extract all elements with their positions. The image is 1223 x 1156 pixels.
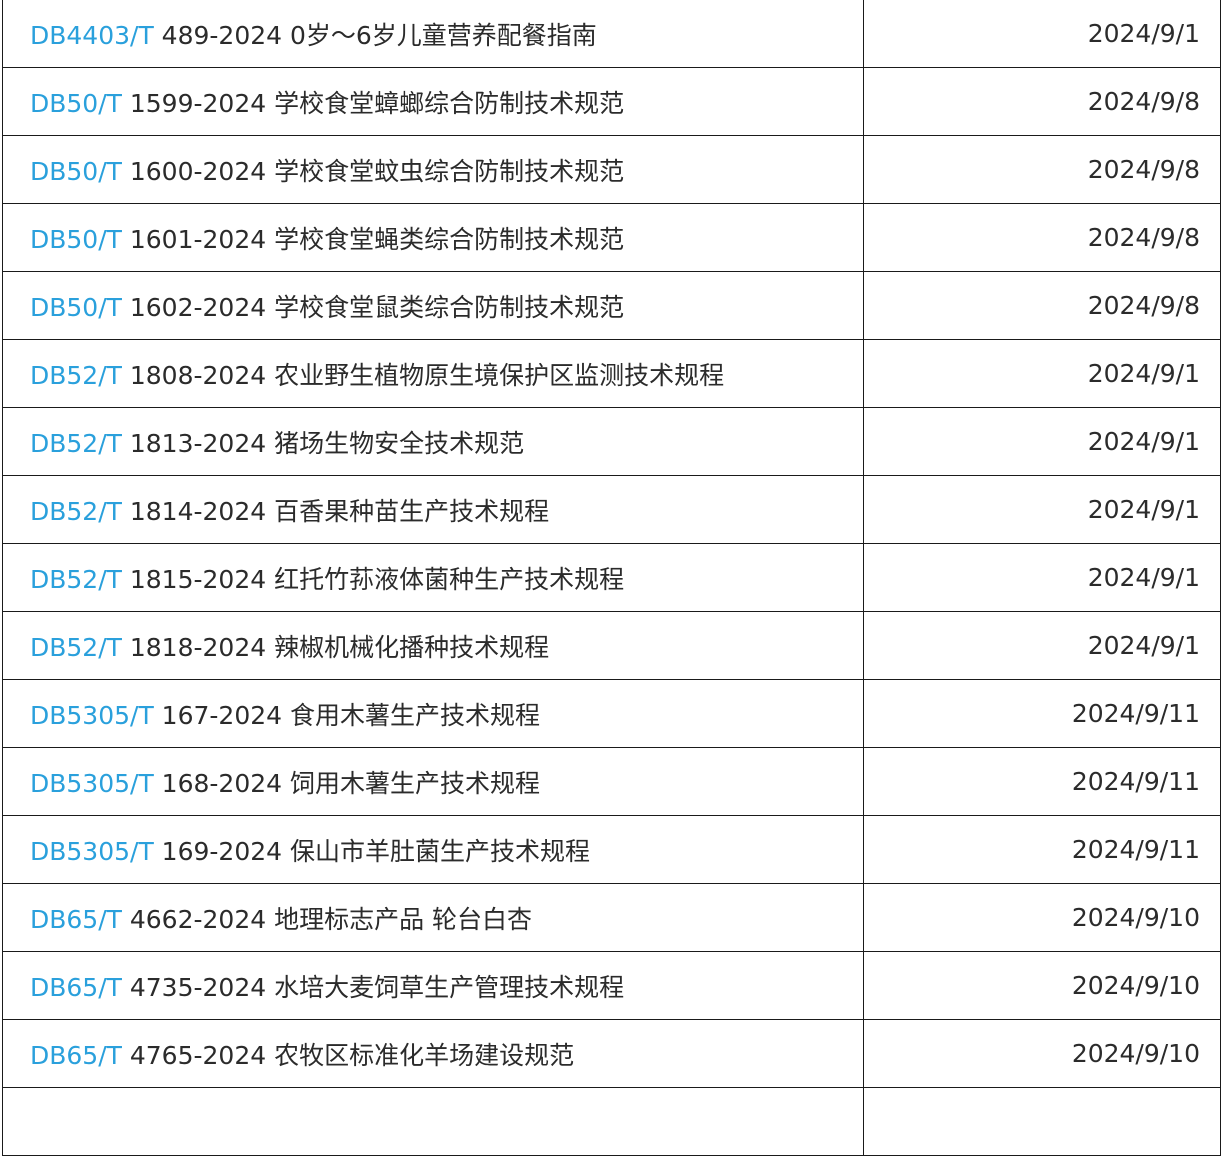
implementation-date: 2024/9/11 [863, 747, 1221, 816]
table-row: DB52/T 1808-2024 农业野生植物原生境保护区监测技术规程 2024… [2, 339, 1221, 408]
implementation-date: 2024/9/1 [863, 475, 1221, 544]
table-row: DB4403/T 489-2024 0岁～6岁儿童营养配餐指南 2024/9/1 [2, 0, 1221, 68]
implementation-date: 2024/9/10 [863, 883, 1221, 952]
standard-code-link[interactable]: DB52/T [30, 361, 122, 390]
standard-title-cell: DB52/T 1808-2024 农业野生植物原生境保护区监测技术规程 [2, 339, 864, 408]
standard-title-cell: DB65/T 4662-2024 地理标志产品 轮台白杏 [2, 883, 864, 952]
standard-code-link[interactable]: DB50/T [30, 293, 122, 322]
standard-code-link[interactable]: DB65/T [30, 905, 122, 934]
standard-title-cell: DB50/T 1602-2024 学校食堂鼠类综合防制技术规范 [2, 271, 864, 340]
standard-title: 1818-2024 辣椒机械化播种技术规程 [129, 632, 550, 662]
table-row: DB50/T 1600-2024 学校食堂蚊虫综合防制技术规范 2024/9/8 [2, 135, 1221, 204]
standard-title: 1813-2024 猪场生物安全技术规范 [129, 428, 525, 458]
standard-title: 4735-2024 水培大麦饲草生产管理技术规程 [129, 972, 625, 1002]
standard-title: 4765-2024 农牧区标准化羊场建设规范 [129, 1040, 575, 1070]
table-row: DB52/T 1814-2024 百香果种苗生产技术规程 2024/9/1 [2, 475, 1221, 544]
implementation-date: 2024/9/8 [863, 271, 1221, 340]
standard-code-link[interactable]: DB50/T [30, 225, 122, 254]
implementation-date: 2024/9/11 [863, 815, 1221, 884]
standard-title-cell: DB50/T 1600-2024 学校食堂蚊虫综合防制技术规范 [2, 135, 864, 204]
standard-title-cell: DB50/T 1599-2024 学校食堂蟑螂综合防制技术规范 [2, 67, 864, 136]
standard-code-link[interactable]: DB65/T [30, 973, 122, 1002]
table-row-partial [2, 1087, 1221, 1156]
standard-code-link[interactable]: DB5305/T [30, 769, 154, 798]
standard-code-link[interactable]: DB5305/T [30, 837, 154, 866]
implementation-date: 2024/9/10 [863, 951, 1221, 1020]
standards-table-body: DB4403/T 489-2024 0岁～6岁儿童营养配餐指南 2024/9/1… [2, 0, 1221, 1156]
standard-code-link[interactable]: DB65/T [30, 1041, 122, 1070]
standard-title-cell: DB52/T 1815-2024 红托竹荪液体菌种生产技术规程 [2, 543, 864, 612]
standard-code-link[interactable]: DB50/T [30, 157, 122, 186]
standard-title-cell: DB4403/T 489-2024 0岁～6岁儿童营养配餐指南 [2, 0, 864, 68]
standard-title: 1599-2024 学校食堂蟑螂综合防制技术规范 [129, 88, 625, 118]
implementation-date: 2024/9/1 [863, 407, 1221, 476]
standard-title: 1601-2024 学校食堂蝇类综合防制技术规范 [129, 224, 625, 254]
table-row: DB52/T 1813-2024 猪场生物安全技术规范 2024/9/1 [2, 407, 1221, 476]
standard-title-cell: DB5305/T 169-2024 保山市羊肚菌生产技术规程 [2, 815, 864, 884]
standard-title: 1814-2024 百香果种苗生产技术规程 [129, 496, 550, 526]
implementation-date: 2024/9/8 [863, 203, 1221, 272]
table-row: DB5305/T 167-2024 食用木薯生产技术规程 2024/9/11 [2, 679, 1221, 748]
standard-code-link[interactable]: DB4403/T [30, 21, 154, 50]
standard-title-cell: DB52/T 1814-2024 百香果种苗生产技术规程 [2, 475, 864, 544]
table-row: DB5305/T 168-2024 饲用木薯生产技术规程 2024/9/11 [2, 747, 1221, 816]
standards-table: DB4403/T 489-2024 0岁～6岁儿童营养配餐指南 2024/9/1… [2, 0, 1221, 1156]
empty-cell [2, 1087, 864, 1156]
standard-title: 4662-2024 地理标志产品 轮台白杏 [129, 904, 533, 934]
standard-title-cell: DB52/T 1818-2024 辣椒机械化播种技术规程 [2, 611, 864, 680]
standard-title: 168-2024 饲用木薯生产技术规程 [161, 768, 540, 798]
table-row: DB52/T 1818-2024 辣椒机械化播种技术规程 2024/9/1 [2, 611, 1221, 680]
table-row: DB50/T 1602-2024 学校食堂鼠类综合防制技术规范 2024/9/8 [2, 271, 1221, 340]
standard-code-link[interactable]: DB5305/T [30, 701, 154, 730]
standard-title: 1600-2024 学校食堂蚊虫综合防制技术规范 [129, 156, 625, 186]
standard-code-link[interactable]: DB52/T [30, 429, 122, 458]
standard-title: 167-2024 食用木薯生产技术规程 [161, 700, 540, 730]
standard-title: 1808-2024 农业野生植物原生境保护区监测技术规程 [129, 360, 725, 390]
table-row: DB50/T 1601-2024 学校食堂蝇类综合防制技术规范 2024/9/8 [2, 203, 1221, 272]
table-row: DB52/T 1815-2024 红托竹荪液体菌种生产技术规程 2024/9/1 [2, 543, 1221, 612]
standard-code-link[interactable]: DB52/T [30, 565, 122, 594]
standard-title: 1602-2024 学校食堂鼠类综合防制技术规范 [129, 292, 625, 322]
implementation-date: 2024/9/10 [863, 1019, 1221, 1088]
standard-title: 1815-2024 红托竹荪液体菌种生产技术规程 [129, 564, 625, 594]
standard-title-cell: DB5305/T 168-2024 饲用木薯生产技术规程 [2, 747, 864, 816]
implementation-date: 2024/9/8 [863, 67, 1221, 136]
standard-code-link[interactable]: DB52/T [30, 633, 122, 662]
standard-title-cell: DB65/T 4765-2024 农牧区标准化羊场建设规范 [2, 1019, 864, 1088]
implementation-date: 2024/9/1 [863, 611, 1221, 680]
standard-code-link[interactable]: DB50/T [30, 89, 122, 118]
table-row: DB65/T 4765-2024 农牧区标准化羊场建设规范 2024/9/10 [2, 1019, 1221, 1088]
table-row: DB65/T 4662-2024 地理标志产品 轮台白杏 2024/9/10 [2, 883, 1221, 952]
empty-cell [863, 1087, 1221, 1156]
standard-title: 169-2024 保山市羊肚菌生产技术规程 [161, 836, 590, 866]
table-row: DB5305/T 169-2024 保山市羊肚菌生产技术规程 2024/9/11 [2, 815, 1221, 884]
table-row: DB50/T 1599-2024 学校食堂蟑螂综合防制技术规范 2024/9/8 [2, 67, 1221, 136]
implementation-date: 2024/9/11 [863, 679, 1221, 748]
standard-title-cell: DB5305/T 167-2024 食用木薯生产技术规程 [2, 679, 864, 748]
standard-title-cell: DB52/T 1813-2024 猪场生物安全技术规范 [2, 407, 864, 476]
implementation-date: 2024/9/1 [863, 543, 1221, 612]
table-row: DB65/T 4735-2024 水培大麦饲草生产管理技术规程 2024/9/1… [2, 951, 1221, 1020]
implementation-date: 2024/9/8 [863, 135, 1221, 204]
standard-title-cell: DB65/T 4735-2024 水培大麦饲草生产管理技术规程 [2, 951, 864, 1020]
standard-title: 489-2024 0岁～6岁儿童营养配餐指南 [161, 20, 597, 50]
standard-title-cell: DB50/T 1601-2024 学校食堂蝇类综合防制技术规范 [2, 203, 864, 272]
standard-code-link[interactable]: DB52/T [30, 497, 122, 526]
implementation-date: 2024/9/1 [863, 0, 1221, 68]
implementation-date: 2024/9/1 [863, 339, 1221, 408]
